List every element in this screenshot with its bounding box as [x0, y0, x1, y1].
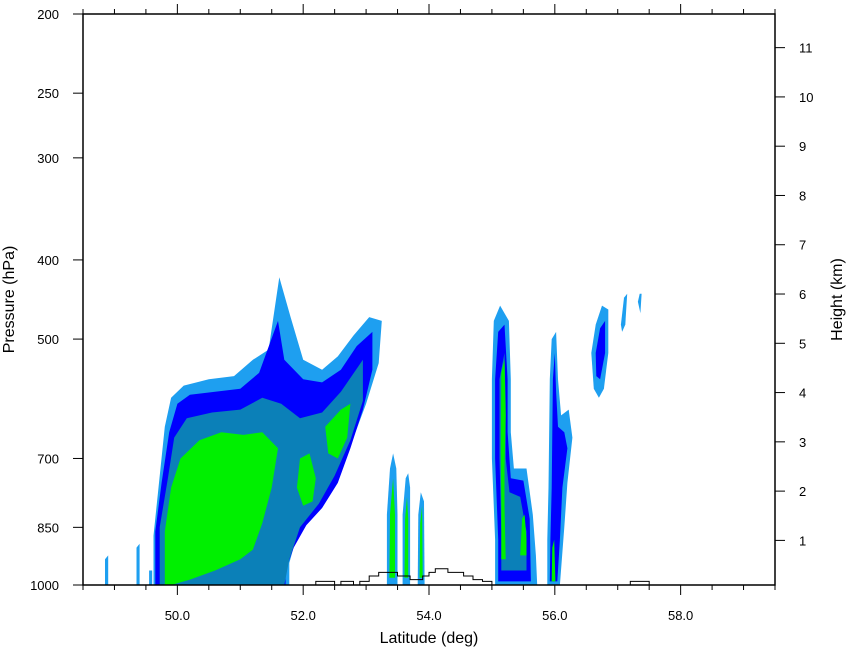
height-tick-label: 8: [799, 188, 806, 203]
pressure-tick-label: 1000: [30, 578, 59, 593]
x-tick-label: 54.0: [416, 608, 441, 623]
pressure-tick-label: 300: [37, 151, 59, 166]
x-axis-title: Latitude (deg): [380, 630, 479, 647]
height-tick-label: 6: [799, 287, 806, 302]
x-tick-label: 52.0: [291, 608, 316, 623]
pressure-tick-label: 200: [37, 7, 59, 22]
height-tick-label: 2: [799, 484, 806, 499]
height-tick-label: 1: [799, 533, 806, 548]
contour-region-24: [105, 555, 109, 585]
x-tick-label: 50.0: [165, 608, 190, 623]
height-tick-label: 3: [799, 435, 806, 450]
height-tick-label: 5: [799, 336, 806, 351]
y-axis-title: Pressure (hPa): [1, 246, 18, 354]
pressure-tick-label: 850: [37, 520, 59, 535]
contour-region-26: [149, 570, 153, 585]
height-tick-label: 9: [799, 139, 806, 154]
pressure-tick-label: 400: [37, 253, 59, 268]
pressure-tick-label: 500: [37, 332, 59, 347]
height-tick-label: 4: [799, 386, 806, 401]
pressure-tick-label: 700: [37, 451, 59, 466]
pressure-tick-label: 250: [37, 86, 59, 101]
contour-region-25: [136, 543, 140, 585]
height-tick-label: 10: [799, 90, 813, 105]
x-tick-label: 56.0: [542, 608, 567, 623]
height-tick-label: 7: [799, 238, 806, 253]
height-tick-label: 11: [799, 41, 813, 56]
chart-background: [0, 0, 850, 650]
y2-axis-title: Height (km): [829, 258, 846, 341]
x-tick-label: 58.0: [668, 608, 693, 623]
chart-canvas: 50.0 52.0 54.0 56.0 58.0 1000 850 700 500 400 300…: [0, 0, 850, 650]
